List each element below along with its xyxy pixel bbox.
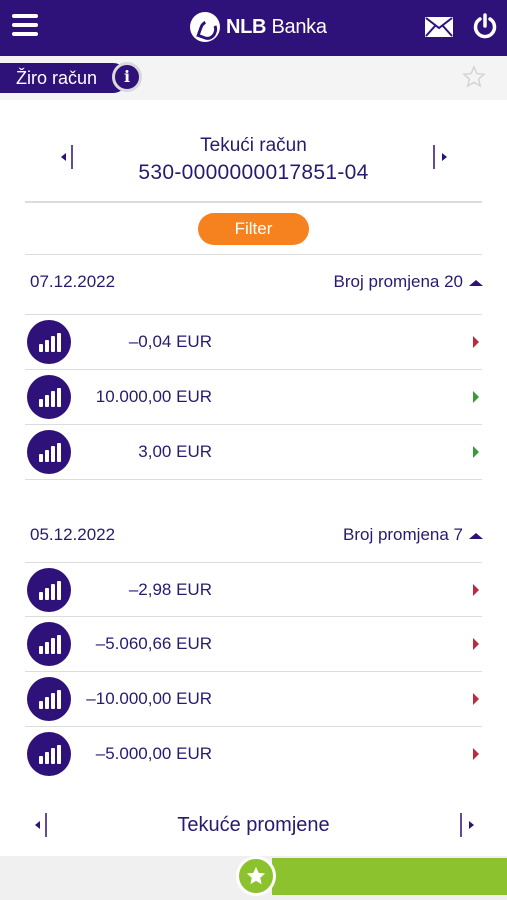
- group-count: Broj promjena 20: [334, 272, 483, 292]
- bar-chart-icon: [27, 732, 71, 776]
- footer-title: Tekuće promjene: [177, 814, 330, 836]
- bottom-strip: [0, 856, 507, 900]
- group-header-2[interactable]: 05.12.2022 Broj promjena 7: [25, 520, 483, 550]
- star-icon: [246, 866, 266, 885]
- bar-chart-icon: [27, 677, 71, 721]
- divider: [25, 479, 482, 480]
- footer-nav: Tekuće promjene: [0, 790, 507, 856]
- filter-button[interactable]: Filter: [198, 213, 309, 245]
- brand-text: NLB Banka: [226, 15, 327, 38]
- transaction-amount: 10.000,00 EUR: [95, 387, 212, 406]
- group-date: 05.12.2022: [30, 525, 116, 544]
- transaction-amount: 3,00 EUR: [138, 442, 212, 461]
- top-bar: NLB Banka: [0, 0, 507, 56]
- bar-chart-icon: [27, 430, 71, 474]
- chevron-right-icon: [473, 391, 479, 403]
- account-strip: Žiro račun i: [0, 56, 507, 100]
- divider: [25, 201, 482, 203]
- transaction-row[interactable]: –2,98 EUR: [25, 563, 483, 618]
- bar-chart-icon: [27, 568, 71, 612]
- transaction-row[interactable]: 10.000,00 EUR: [25, 370, 483, 425]
- group-count: Broj promjena 7: [343, 525, 483, 545]
- chevron-right-icon: [473, 446, 479, 458]
- transaction-amount: –0,04 EUR: [128, 332, 212, 351]
- transaction-row[interactable]: –5.000,00 EUR: [25, 727, 483, 782]
- transaction-amount: –2,98 EUR: [128, 580, 212, 599]
- transaction-row[interactable]: –10.000,00 EUR: [25, 672, 483, 727]
- transactions-card: Tekući račun 530-0000000017851-04 Filter…: [0, 100, 507, 790]
- nlb-logo-icon: [190, 12, 220, 42]
- favorite-star-icon[interactable]: [462, 65, 486, 89]
- group-header-1[interactable]: 07.12.2022 Broj promjena 20: [25, 267, 483, 297]
- app-screen: NLB Banka Žiro račun i Tekući račun 530-…: [0, 0, 507, 900]
- quick-action-bar[interactable]: [272, 858, 507, 895]
- transaction-row[interactable]: –0,04 EUR: [25, 315, 483, 370]
- collapse-caret-icon: [469, 280, 483, 286]
- account-tab[interactable]: Žiro račun: [0, 63, 128, 93]
- mail-icon[interactable]: [425, 17, 453, 37]
- menu-icon[interactable]: [12, 14, 38, 38]
- divider: [25, 254, 482, 255]
- transaction-amount: –10.000,00 EUR: [86, 689, 212, 708]
- bar-chart-icon: [27, 375, 71, 419]
- transaction-row[interactable]: –5.060,66 EUR: [25, 617, 483, 672]
- transaction-amount: –5.060,66 EUR: [95, 634, 212, 653]
- transaction-row[interactable]: 3,00 EUR: [25, 425, 483, 480]
- info-icon[interactable]: i: [112, 62, 142, 92]
- favorites-button[interactable]: [236, 856, 276, 896]
- chevron-right-icon: [473, 584, 479, 596]
- collapse-caret-icon: [469, 533, 483, 539]
- next-view-icon[interactable]: [457, 812, 477, 838]
- next-account-icon[interactable]: [430, 144, 450, 170]
- transaction-amount: –5.000,00 EUR: [95, 744, 212, 763]
- bar-chart-icon: [27, 622, 71, 666]
- group-date: 07.12.2022: [30, 272, 116, 291]
- chevron-right-icon: [473, 336, 479, 348]
- power-icon[interactable]: [472, 13, 498, 39]
- chevron-right-icon: [473, 638, 479, 650]
- brand-logo: NLB Banka: [190, 10, 327, 44]
- chevron-right-icon: [473, 693, 479, 705]
- bar-chart-icon: [27, 320, 71, 364]
- chevron-right-icon: [473, 748, 479, 760]
